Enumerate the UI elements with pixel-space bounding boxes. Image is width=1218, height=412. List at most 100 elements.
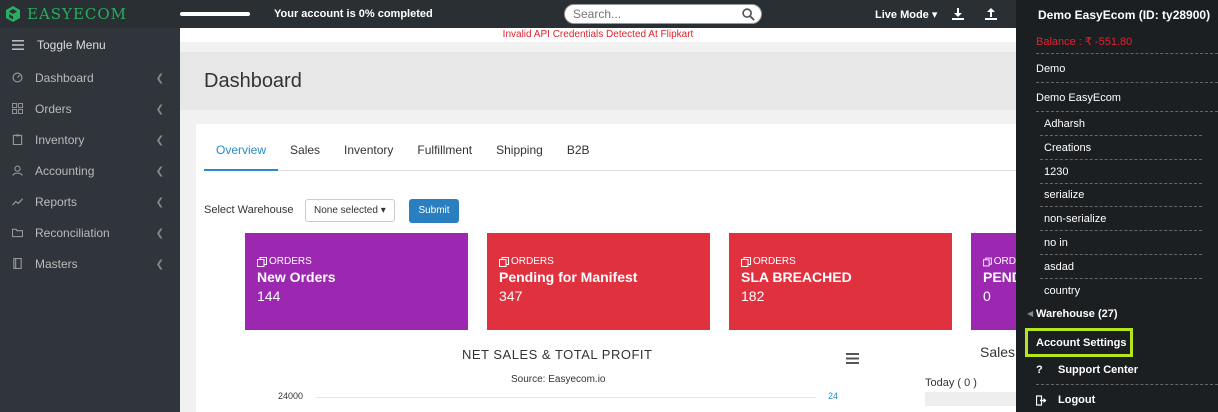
chart-title: NET SALES & TOTAL PROFIT — [462, 347, 653, 362]
dashboard-icon — [12, 72, 23, 83]
tab-inventory[interactable]: Inventory — [332, 124, 405, 171]
upload-icon[interactable] — [984, 7, 998, 21]
y-axis-tick-left: 24000 — [278, 391, 304, 401]
account-progress-bar — [180, 12, 250, 16]
chevron-left-icon: ❮ — [155, 135, 164, 146]
page-header: Dashboard — [180, 52, 1016, 110]
chart-menu-icon[interactable] — [846, 353, 859, 364]
new-orders-card[interactable]: ORDERS New Orders 144 — [245, 233, 468, 330]
pending-card[interactable]: ORD PEND 0 — [971, 233, 1016, 330]
company-item[interactable]: asdad — [1044, 261, 1074, 273]
users-icon — [12, 165, 23, 176]
menu-item-demo-easyecom[interactable]: Demo EasyEcom — [1036, 92, 1121, 104]
support-center-link[interactable]: ? Support Center — [1036, 364, 1138, 376]
caret-left-icon: ◀ — [1027, 309, 1034, 318]
folder-icon — [12, 228, 23, 238]
search-input[interactable] — [565, 5, 735, 23]
divider — [1040, 135, 1202, 136]
sidebar-item-label: Reports — [35, 194, 78, 209]
select-warehouse-label: Select Warehouse — [204, 204, 294, 216]
divider — [1036, 53, 1218, 54]
user-menu-toggle[interactable]: Demo EasyEcom (ID: ty28900) — [1016, 0, 1218, 28]
sidebar: Toggle Menu Dashboard ❮ Orders ❮ Invento… — [0, 28, 180, 412]
tab-fulfillment[interactable]: Fulfillment — [405, 124, 484, 171]
sales-panel-title: Sales — [980, 344, 1016, 360]
tab-sales[interactable]: Sales — [278, 124, 332, 171]
sidebar-item-reports[interactable]: Reports ❮ — [0, 186, 180, 217]
brand[interactable]: EASYECOM — [0, 0, 180, 28]
card-title: New Orders — [257, 269, 336, 285]
tab-b2b[interactable]: B2B — [555, 124, 602, 171]
live-mode-dropdown[interactable]: Live Mode ▾ — [875, 8, 937, 21]
menu-item-demo[interactable]: Demo — [1036, 63, 1065, 75]
account-settings-link[interactable]: Account Settings — [1025, 328, 1133, 357]
company-item[interactable]: serialize — [1044, 189, 1084, 201]
toggle-menu-label: Toggle Menu — [37, 38, 106, 52]
tab-overview[interactable]: Overview — [204, 124, 279, 171]
easyecom-logo-icon — [6, 6, 20, 22]
copy-icon — [499, 256, 509, 267]
chart-subtitle: Source: Easyecom.io — [511, 374, 606, 385]
dashboard-content: Overview Sales Inventory Fulfillment Shi… — [196, 124, 1016, 412]
submit-button[interactable]: Submit — [409, 199, 459, 223]
divider — [1040, 254, 1202, 255]
company-item[interactable]: no in — [1044, 237, 1068, 249]
company-item[interactable]: Adharsh — [1044, 118, 1085, 130]
sidebar-item-reconciliation[interactable]: Reconciliation ❮ — [0, 217, 180, 248]
card-title: Pending for Manifest — [499, 269, 638, 285]
card-value: 182 — [741, 288, 765, 304]
company-item[interactable]: 1230 — [1044, 166, 1068, 178]
card-title: PEND — [983, 269, 1016, 285]
sidebar-item-label: Dashboard — [35, 70, 94, 85]
sidebar-item-label: Masters — [35, 256, 78, 271]
toggle-menu-button[interactable]: Toggle Menu — [0, 28, 180, 62]
card-caption: ORDERS — [499, 256, 710, 267]
top-bar: EASYECOM Your account is 0% completed Li… — [0, 0, 1218, 28]
divider — [1040, 159, 1202, 160]
sla-breached-card[interactable]: ORDERS SLA BREACHED 182 — [729, 233, 952, 330]
today-label: Today ( 0 ) — [925, 377, 977, 389]
y-axis-tick-right: 24 — [828, 391, 839, 401]
divider — [1040, 230, 1202, 231]
copy-icon — [257, 256, 267, 267]
divider — [1040, 278, 1202, 279]
api-credentials-alert[interactable]: Invalid API Credentials Detected At Flip… — [180, 28, 1016, 42]
sidebar-item-orders[interactable]: Orders ❮ — [0, 93, 180, 124]
logout-link[interactable]: Logout — [1036, 394, 1095, 406]
card-value: 0 — [983, 288, 991, 304]
pending-for-manifest-card[interactable]: ORDERS Pending for Manifest 347 — [487, 233, 710, 330]
logout-icon — [1036, 394, 1047, 406]
sidebar-item-inventory[interactable]: Inventory ❮ — [0, 124, 180, 155]
download-icon[interactable] — [951, 7, 965, 21]
menu-item-warehouse[interactable]: ◀ Warehouse (27) — [1027, 308, 1118, 320]
sidebar-item-dashboard[interactable]: Dashboard ❮ — [0, 62, 180, 93]
sidebar-item-label: Orders — [35, 101, 72, 116]
search-box[interactable] — [564, 4, 762, 24]
account-status-text[interactable]: Your account is 0% completed — [274, 8, 433, 20]
company-item[interactable]: Creations — [1044, 142, 1091, 154]
chevron-left-icon: ❮ — [155, 228, 164, 239]
balance-text: Balance : ₹ -551.80 — [1036, 36, 1133, 48]
chevron-left-icon: ❮ — [155, 166, 164, 177]
search-icon[interactable] — [742, 8, 755, 21]
company-item[interactable]: country — [1044, 285, 1080, 297]
sidebar-item-masters[interactable]: Masters ❮ — [0, 248, 180, 279]
card-caption: ORDERS — [741, 256, 952, 267]
hamburger-icon — [12, 40, 24, 50]
warehouse-select[interactable]: None selected ▾ — [305, 199, 395, 222]
line-chart-icon — [12, 198, 23, 206]
company-item[interactable]: non-serialize — [1044, 213, 1106, 225]
divider — [1036, 384, 1218, 385]
book-icon — [13, 258, 22, 269]
sidebar-item-label: Reconciliation — [35, 225, 110, 240]
card-value: 144 — [257, 288, 281, 304]
sidebar-item-accounting[interactable]: Accounting ❮ — [0, 155, 180, 186]
sidebar-item-label: Accounting — [35, 163, 95, 178]
card-caption: ORD — [983, 256, 1016, 267]
today-progress-bar — [925, 392, 1016, 406]
clipboard-icon — [12, 134, 23, 145]
divider — [1040, 206, 1202, 207]
divider — [1036, 111, 1218, 112]
tab-shipping[interactable]: Shipping — [484, 124, 555, 171]
chart-grid-line — [316, 397, 816, 398]
